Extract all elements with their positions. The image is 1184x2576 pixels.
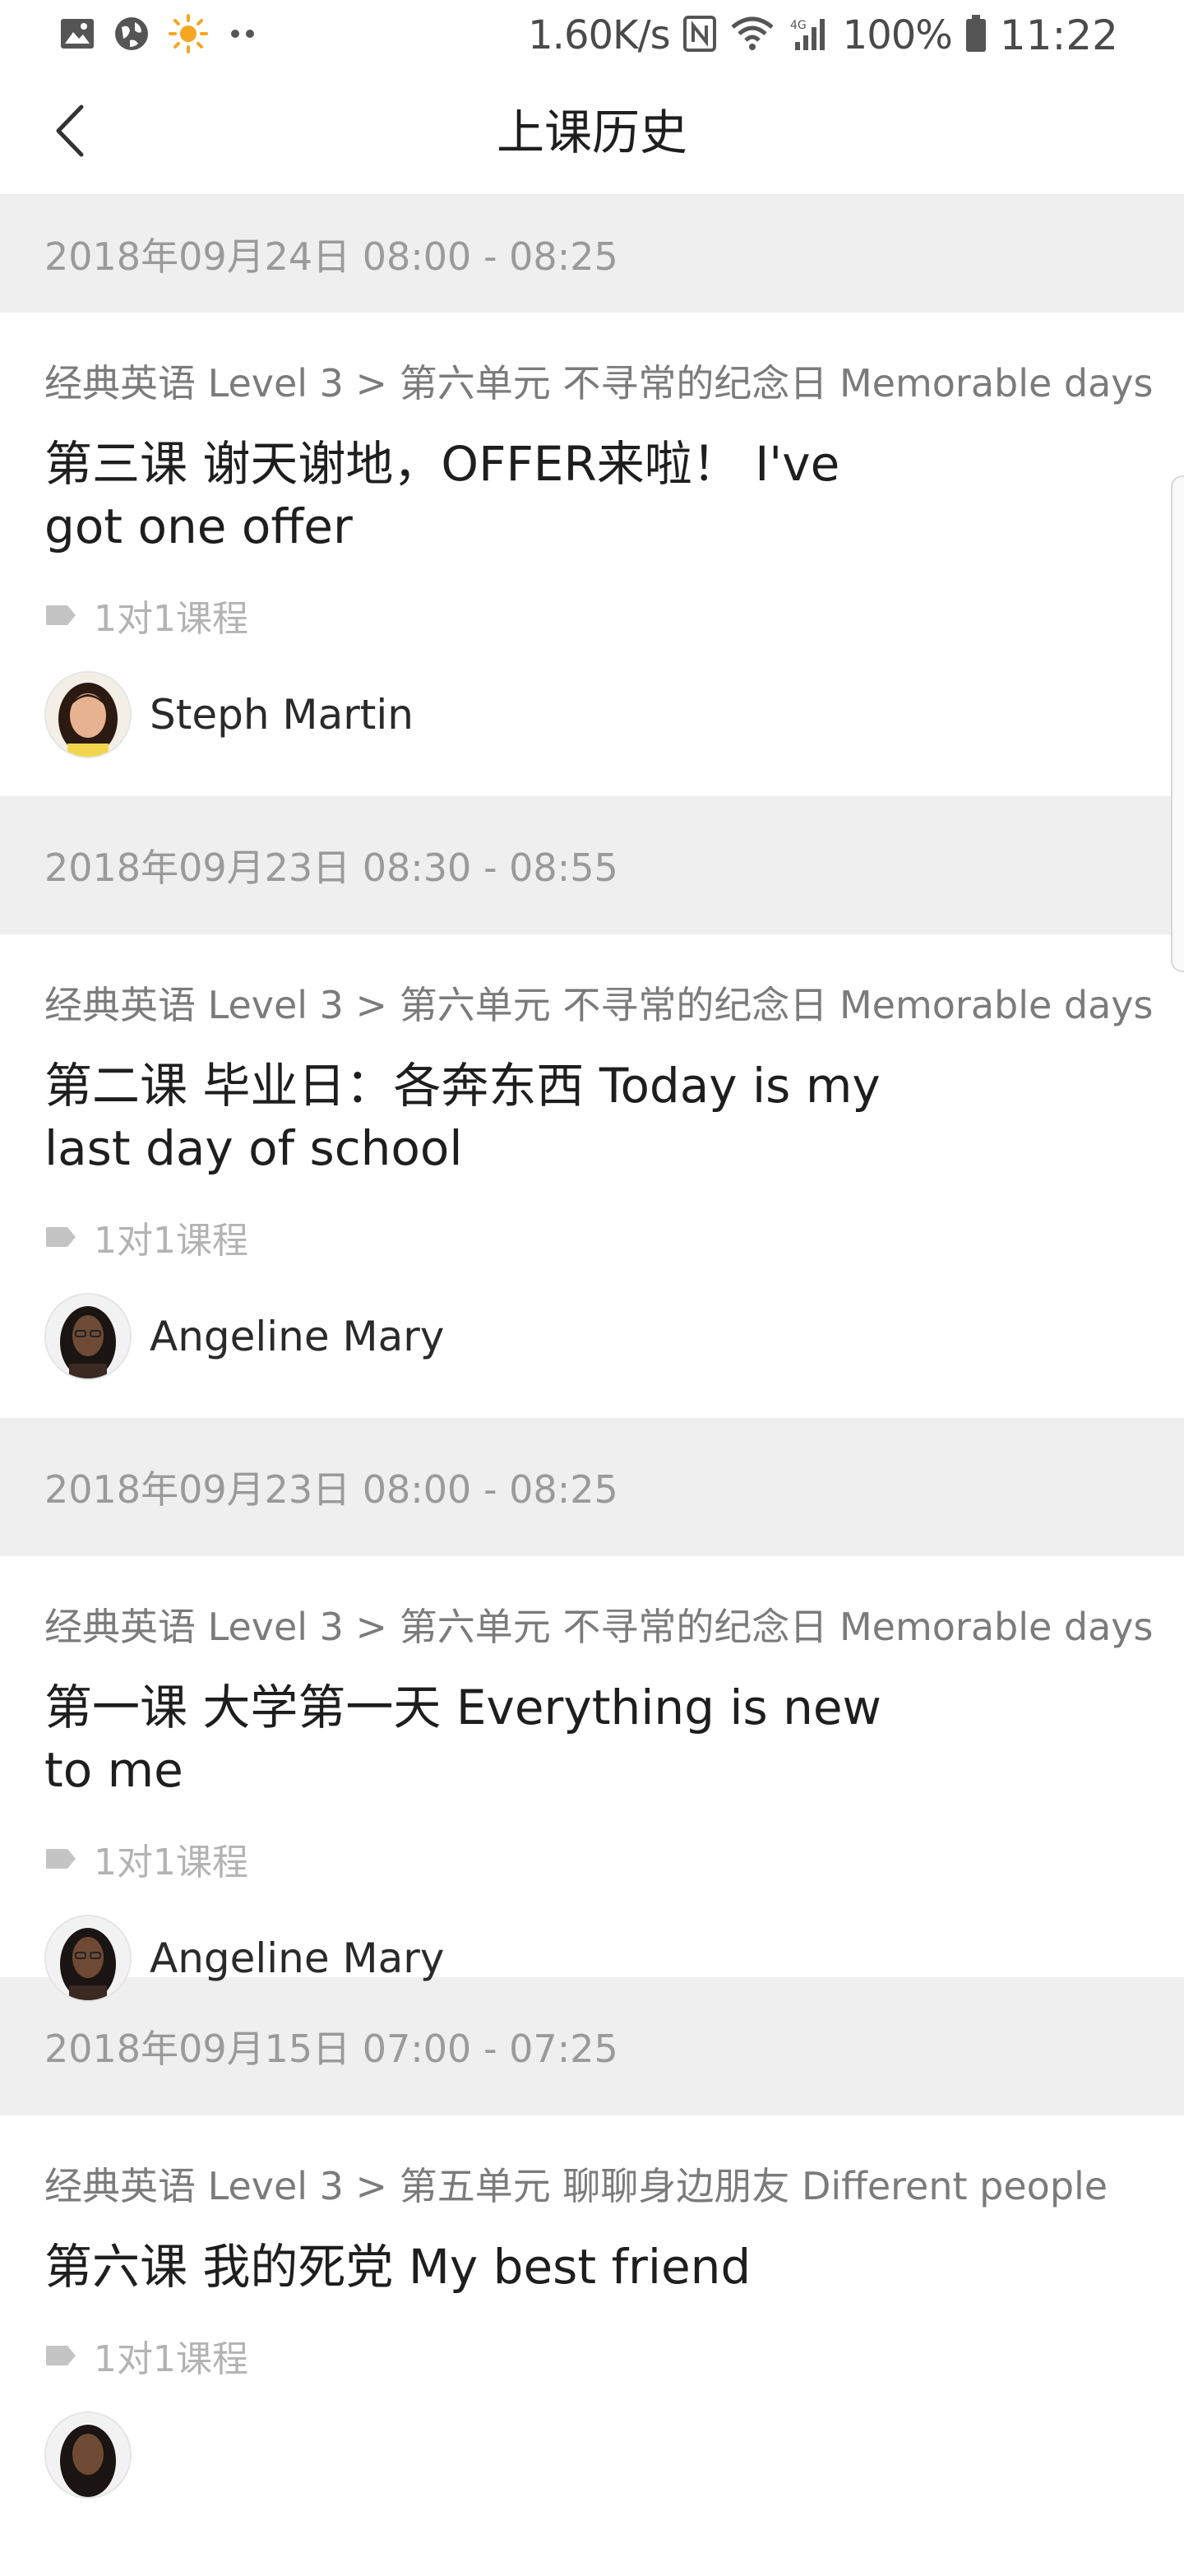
teacher-row[interactable]: Angeline Mary [44, 1913, 1140, 2004]
svg-text:4G: 4G [790, 19, 807, 32]
network-speed: 1.60K/s [528, 12, 671, 58]
course-type: 1对1课程 [44, 591, 1140, 640]
course-path: 经典英语 Level 3 > 第六单元 不寻常的纪念日 Memorable da… [44, 983, 1154, 1027]
tag-icon [44, 599, 77, 632]
tag-icon [44, 2339, 77, 2372]
date-header: 2018年09月23日 08:00 - 08:25 [0, 1418, 1184, 1556]
app-header: 上课历史 [0, 71, 1184, 196]
status-bar-right: 1.60K/s 4G 100% 11:22 [515, 12, 1118, 59]
lesson-date: 2018年09月15日 07:00 - 07:25 [44, 2027, 618, 2071]
sun-icon [168, 13, 209, 58]
teacher-avatar [44, 2412, 132, 2499]
course-type: 1对1课程 [44, 1834, 1140, 1883]
date-header: 2018年09月23日 08:30 - 08:55 [0, 796, 1184, 934]
course-type-label: 1对1课程 [94, 2338, 248, 2380]
teacher-name: Angeline Mary [150, 1313, 445, 1360]
course-type-label: 1对1课程 [94, 598, 248, 640]
course-path: 经典英语 Level 3 > 第五单元 聊聊身边朋友 Different peo… [44, 2164, 1108, 2208]
battery-icon [965, 15, 987, 56]
teacher-row[interactable]: Steph Martin [44, 669, 1140, 760]
teacher-name: Steph Martin [150, 691, 414, 739]
teacher-avatar [44, 1293, 132, 1380]
wifi-icon [729, 16, 775, 55]
course-type: 1对1课程 [44, 1212, 1140, 1262]
status-bar: 1.60K/s 4G 100% 11:22 [0, 0, 1184, 71]
more-dots-icon [227, 25, 260, 45]
tag-icon [44, 1221, 77, 1253]
teacher-avatar [44, 671, 132, 758]
lesson-card[interactable]: 经典英语 Level 3 > 第六单元 不寻常的纪念日 Memorable da… [0, 934, 1184, 1418]
course-path: 经典英语 Level 3 > 第六单元 不寻常的纪念日 Memorable da… [44, 361, 1154, 405]
status-bar-left [59, 13, 278, 58]
date-header: 2018年09月24日 08:00 - 08:25 [0, 196, 1184, 313]
page-title: 上课历史 [496, 104, 687, 160]
lesson-title: 第三课 谢天谢地，OFFER来啦！ I've got one offer [44, 436, 840, 554]
course-path: 经典英语 Level 3 > 第六单元 不寻常的纪念日 Memorable da… [44, 1605, 1154, 1649]
lesson-date: 2018年09月24日 08:00 - 08:25 [44, 234, 618, 279]
lesson-card[interactable]: 经典英语 Level 3 > 第六单元 不寻常的纪念日 Memorable da… [0, 313, 1184, 796]
nfc-icon [682, 16, 716, 55]
teacher-name: Angeline Mary [150, 1934, 445, 1982]
teacher-row[interactable]: Angeline Mary [44, 1291, 1140, 1382]
globe-icon [113, 16, 150, 55]
course-type: 1对1课程 [44, 2331, 1140, 2380]
lesson-title: 第一课 大学第一天 Everything is new to me [44, 1679, 881, 1798]
course-type-label: 1对1课程 [94, 1842, 248, 1883]
lesson-history-list: 2018年09月24日 08:00 - 08:25 经典英语 Level 3 >… [0, 196, 1184, 2576]
scroll-indicator[interactable] [1171, 475, 1184, 972]
lesson-card[interactable]: 经典英语 Level 3 > 第五单元 聊聊身边朋友 Different peo… [0, 2115, 1184, 2576]
lesson-date: 2018年09月23日 08:00 - 08:25 [44, 1467, 618, 1512]
lesson-card[interactable]: 经典英语 Level 3 > 第六单元 不寻常的纪念日 Memorable da… [0, 1556, 1184, 2002]
tag-icon [44, 1842, 77, 1875]
lesson-title: 第六课 我的死党 My best friend [44, 2239, 752, 2295]
battery-percent: 100% [842, 12, 953, 58]
signal-icon: 4G [789, 16, 830, 55]
lesson-date: 2018年09月23日 08:30 - 08:55 [44, 846, 618, 890]
lesson-title: 第二课 毕业日：各奔东西 Today is my last day of sch… [44, 1058, 881, 1176]
clock: 11:22 [999, 12, 1118, 59]
image-icon [59, 17, 95, 53]
teacher-avatar [44, 1915, 132, 2002]
course-type-label: 1对1课程 [94, 1220, 248, 1262]
teacher-row[interactable] [44, 2410, 1140, 2500]
